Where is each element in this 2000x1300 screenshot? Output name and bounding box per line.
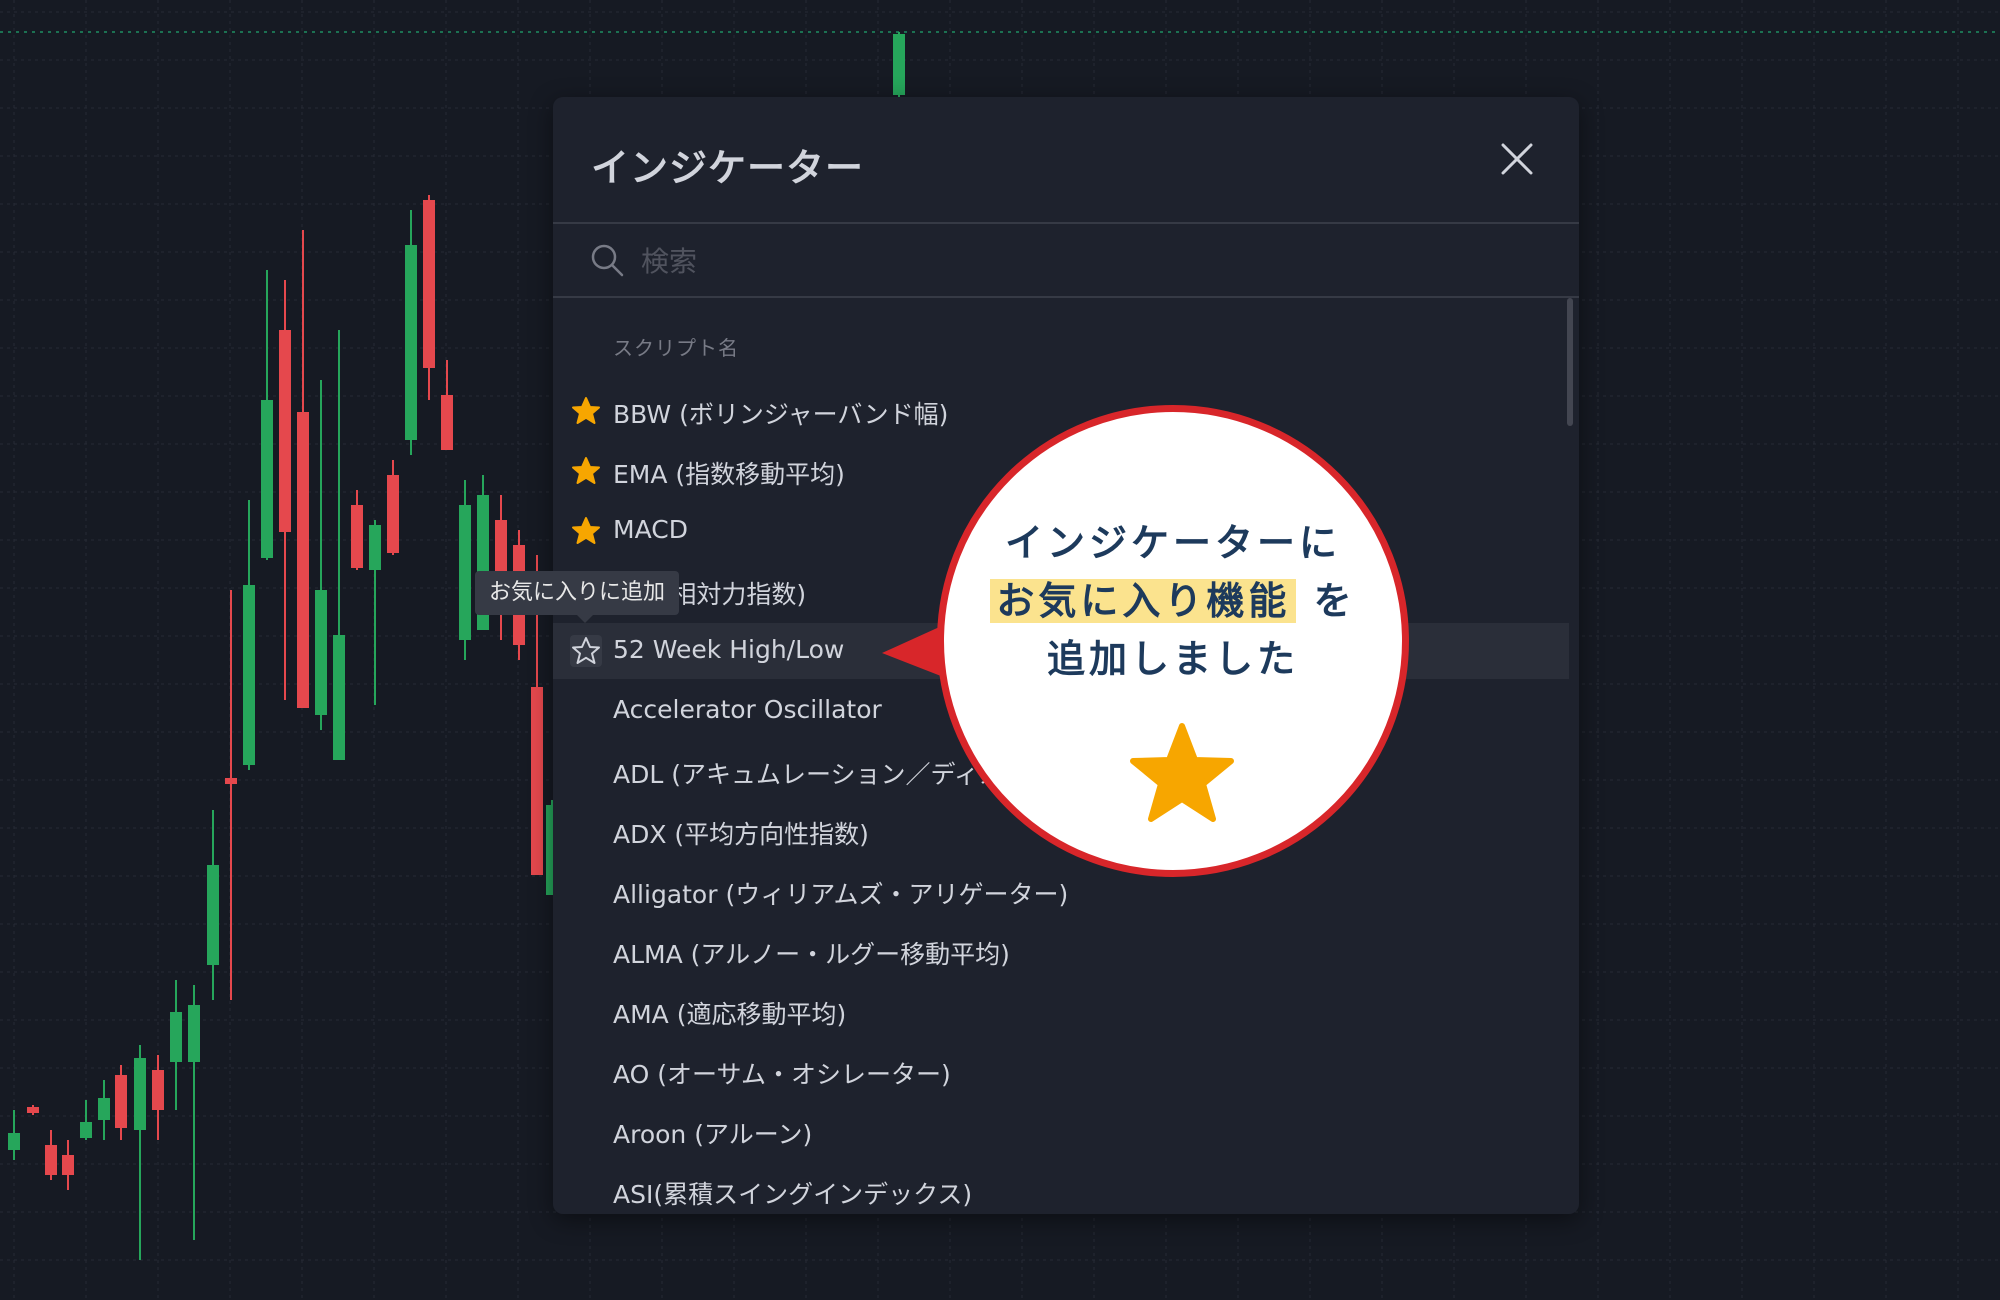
add-favorite-tooltip: お気に入りに追加 <box>475 571 680 615</box>
star-filled-icon[interactable] <box>570 515 602 547</box>
callout-line-2: お気に入り機能 を <box>944 570 1402 625</box>
candle-body <box>98 1098 110 1120</box>
callout-highlight: お気に入り機能 <box>990 579 1297 623</box>
candle-body <box>188 1005 200 1062</box>
favorite-toggle[interactable] <box>570 875 602 907</box>
favorite-toggle[interactable] <box>570 1055 602 1087</box>
indicator-item-label: Accelerator Oscillator <box>613 695 882 724</box>
indicator-item[interactable]: AO (オーサム・オシレーター) <box>553 1043 1569 1099</box>
favorite-toggle[interactable] <box>570 755 602 787</box>
favorite-toggle[interactable] <box>570 1175 602 1207</box>
close-icon <box>1501 143 1533 175</box>
star-filled-icon[interactable] <box>570 455 602 487</box>
dialog-title: インジケーター <box>591 146 865 190</box>
favorite-toggle[interactable] <box>570 935 602 967</box>
close-button[interactable] <box>1497 139 1537 179</box>
candle-body <box>134 1058 146 1130</box>
candle-body <box>351 505 363 568</box>
search-icon <box>591 244 624 277</box>
candle-body <box>441 395 453 450</box>
favorite-toggle[interactable] <box>570 695 602 727</box>
candle-body <box>297 412 309 708</box>
candle-body <box>45 1145 57 1175</box>
candle-body <box>279 330 291 532</box>
candle-body <box>62 1155 74 1175</box>
callout-line-3: 追加しました <box>1046 637 1299 681</box>
candle-body <box>423 200 435 368</box>
callout-line-1: インジケーターに <box>1004 521 1341 565</box>
favorite-toggle[interactable] <box>570 1115 602 1147</box>
candle-body <box>893 34 905 95</box>
scrollbar[interactable] <box>1567 298 1573 426</box>
candle-body <box>27 1107 39 1113</box>
section-title: スクリプト名 <box>613 336 739 360</box>
candle-body <box>207 865 219 965</box>
candle-body <box>8 1133 20 1150</box>
candle-body <box>152 1070 164 1110</box>
search-bar <box>553 224 1579 296</box>
indicator-item-label: AO (オーサム・オシレーター) <box>613 1060 951 1089</box>
candle-body <box>387 475 399 553</box>
candle-body <box>459 505 471 640</box>
candle-body <box>243 585 255 765</box>
indicator-item-label: AMA (適応移動平均) <box>613 1000 847 1029</box>
candle-body <box>170 1012 182 1062</box>
candle-body <box>405 245 417 440</box>
indicator-item[interactable]: ASI(累積スイングインデックス) <box>553 1163 1569 1214</box>
candle-body <box>315 590 327 715</box>
indicator-item-label: Aroon (アルーン) <box>613 1120 813 1149</box>
indicator-item-label: ADX (平均方向性指数) <box>613 820 869 849</box>
candle-body <box>369 525 381 570</box>
search-input[interactable] <box>639 238 1343 284</box>
candle-body <box>115 1075 127 1128</box>
candle-body <box>531 687 543 875</box>
indicator-item-label: MACD <box>613 515 688 544</box>
indicator-item[interactable]: Alligator (ウィリアムズ・アリゲーター) <box>553 863 1569 919</box>
callout-line-2-rest: を <box>1313 579 1356 623</box>
favorite-toggle[interactable] <box>570 995 602 1027</box>
indicator-item-label: 52 Week High/Low <box>613 635 845 664</box>
indicator-item[interactable]: ALMA (アルノー・ルグー移動平均) <box>553 923 1569 979</box>
indicator-item-label: ASI(累積スイングインデックス) <box>613 1180 973 1209</box>
star-outline-icon[interactable] <box>570 635 602 667</box>
candle-body <box>80 1122 92 1138</box>
star-filled-icon[interactable] <box>570 395 602 427</box>
candle-body <box>261 400 273 558</box>
dialog-header: インジケーター <box>553 97 1579 222</box>
indicator-item[interactable]: Aroon (アルーン) <box>553 1103 1569 1159</box>
indicator-item[interactable]: AMA (適応移動平均) <box>553 983 1569 1039</box>
indicator-item-label: Alligator (ウィリアムズ・アリゲーター) <box>613 880 1069 909</box>
candle-body <box>225 778 237 784</box>
indicator-item-label: EMA (指数移動平均) <box>613 460 845 489</box>
favorite-toggle[interactable] <box>570 815 602 847</box>
candle-body <box>333 635 345 760</box>
indicator-item-label: BBW (ボリンジャーバンド幅) <box>613 400 949 429</box>
indicator-item[interactable]: BBW (ボリンジャーバンド幅) <box>553 383 1569 439</box>
tooltip-arrow <box>577 615 593 623</box>
indicator-item-label: ALMA (アルノー・ルグー移動平均) <box>613 940 1010 969</box>
star-icon <box>1130 723 1234 822</box>
feature-callout: インジケーターに お気に入り機能 を 追加しました <box>937 405 1409 877</box>
